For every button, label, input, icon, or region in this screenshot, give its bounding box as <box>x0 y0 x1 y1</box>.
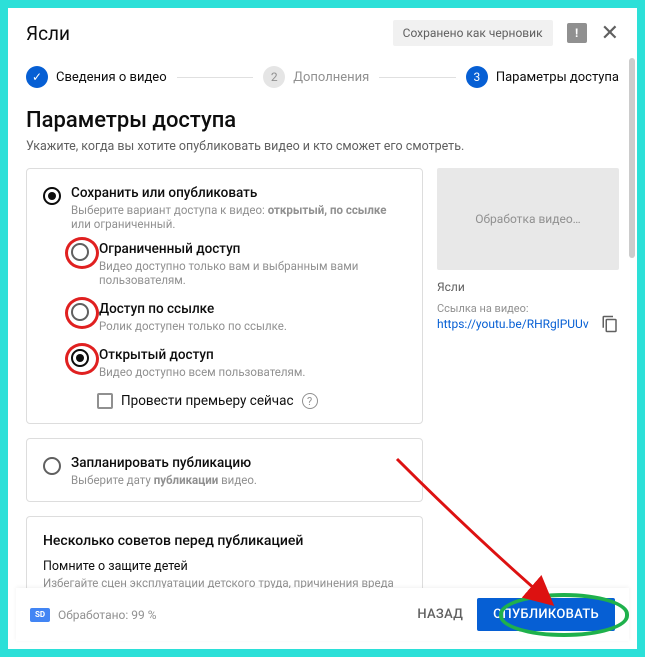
option-desc: Выберите дату публикации видео. <box>71 473 257 487</box>
video-preview-panel: Обработка видео… Ясли Ссылка на видео: h… <box>437 168 619 333</box>
page-title: Ясли <box>26 22 393 45</box>
help-icon[interactable]: ? <box>302 393 318 409</box>
step-elements[interactable]: 2 Дополнения <box>263 66 369 88</box>
option-title: Ограниченный доступ <box>99 241 406 257</box>
tips-heading: Несколько советов перед публикацией <box>43 533 406 549</box>
premiere-label: Провести премьеру сейчас <box>121 393 294 409</box>
option-desc: Видео доступно только вам и выбранным ва… <box>99 259 406 287</box>
step-label: Дополнения <box>293 70 369 85</box>
section-heading: Параметры доступа <box>26 108 619 133</box>
private-radio[interactable] <box>71 243 89 261</box>
step-visibility[interactable]: 3 Параметры доступа <box>466 66 619 88</box>
copy-icon[interactable] <box>601 315 619 333</box>
link-label: Ссылка на видео: <box>437 302 619 315</box>
tip-heading: Помните о защите детей <box>43 559 406 574</box>
step-divider <box>379 77 456 78</box>
step-divider <box>177 77 254 78</box>
option-title: Сохранить или опубликовать <box>71 185 406 201</box>
unlisted-radio[interactable] <box>71 303 89 321</box>
video-link[interactable]: https://youtu.be/RHRglPUUv <box>437 317 597 331</box>
option-title: Доступ по ссылке <box>99 301 287 317</box>
public-radio[interactable] <box>71 349 89 367</box>
feedback-icon[interactable]: ! <box>567 23 587 43</box>
premiere-checkbox[interactable] <box>97 393 113 409</box>
step-label: Сведения о видео <box>56 70 167 85</box>
option-desc: Ролик доступен только по ссылке. <box>99 319 287 333</box>
close-icon[interactable]: ✕ <box>601 21 619 46</box>
step-number: 3 <box>466 66 488 88</box>
save-publish-radio[interactable] <box>43 187 61 205</box>
processing-status: Обработано: 99 % <box>58 608 403 622</box>
hd-badge: SD <box>30 608 50 622</box>
check-icon: ✓ <box>26 66 48 88</box>
schedule-card: Запланировать публикацию Выберите дату п… <box>26 438 423 502</box>
video-title: Ясли <box>437 280 619 294</box>
save-publish-card: Сохранить или опубликовать Выберите вари… <box>26 168 423 424</box>
option-desc: Выберите вариант доступа к видео: открыт… <box>71 203 406 231</box>
scrollbar[interactable] <box>629 58 635 258</box>
option-title: Открытый доступ <box>99 347 305 363</box>
schedule-radio[interactable] <box>43 457 61 475</box>
section-subheading: Укажите, когда вы хотите опубликовать ви… <box>26 139 619 154</box>
back-button[interactable]: НАЗАД <box>403 599 477 630</box>
processing-label: Обработка видео… <box>475 212 580 226</box>
stepper: ✓ Сведения о видео 2 Дополнения 3 Параме… <box>8 58 637 102</box>
footer-bar: SD Обработано: 99 % НАЗАД ОПУБЛИКОВАТЬ <box>16 588 629 641</box>
step-label: Параметры доступа <box>496 70 619 85</box>
option-desc: Видео доступно всем пользователям. <box>99 365 305 379</box>
video-thumbnail: Обработка видео… <box>437 168 619 270</box>
publish-button[interactable]: ОПУБЛИКОВАТЬ <box>477 598 615 631</box>
option-title: Запланировать публикацию <box>71 455 257 471</box>
draft-status-badge: Сохранено как черновик <box>393 20 553 46</box>
step-details[interactable]: ✓ Сведения о видео <box>26 66 167 88</box>
step-number: 2 <box>263 66 285 88</box>
